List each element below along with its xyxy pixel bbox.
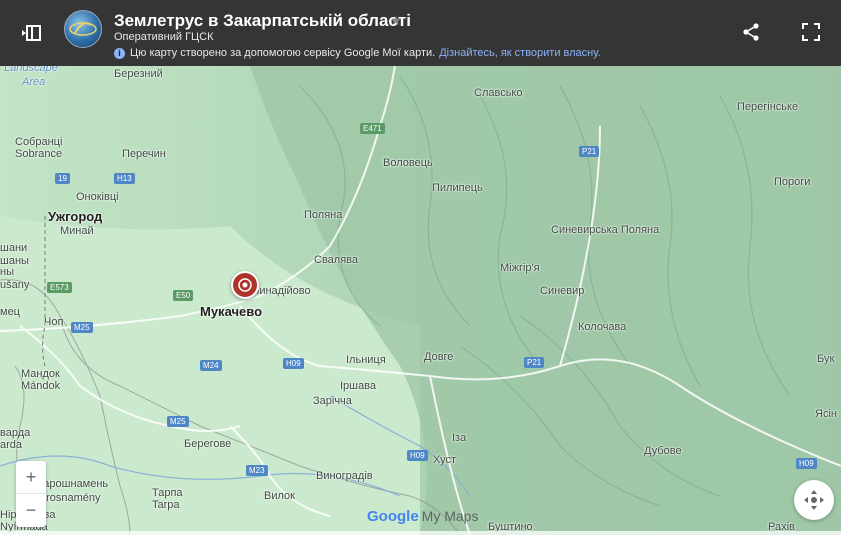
map-label: Ільниця: [346, 354, 386, 366]
zoom-control: + −: [16, 461, 46, 527]
road-shield: M25: [71, 322, 93, 333]
map-label: Березний: [114, 68, 163, 80]
road-shield: 19: [55, 173, 70, 184]
map-label: варда: [0, 427, 31, 439]
fullscreen-button[interactable]: [795, 16, 827, 48]
share-button[interactable]: [735, 16, 767, 48]
map-label: Landscape: [4, 66, 58, 74]
map-label: Колочава: [578, 321, 627, 333]
road-shield: H09: [796, 458, 817, 469]
mymaps-logo: My Maps: [421, 508, 479, 524]
road-shield: E471: [360, 123, 385, 134]
map-label: Воловець: [383, 157, 433, 169]
map-label: Синевирська Поляна: [551, 224, 660, 236]
my-location-button[interactable]: [794, 480, 834, 520]
map-label: Ужгород: [48, 209, 103, 224]
map-header: Землетрус в Закарпатській області ★ Опер…: [0, 0, 841, 66]
road-shield: M24: [200, 360, 222, 371]
mymaps-notice: i Цю карту створено за допомогою сервісу…: [114, 47, 601, 59]
map-label: Мандок: [21, 368, 60, 380]
road-shield: P21: [579, 146, 600, 157]
map-label: Іза: [452, 432, 467, 444]
map-label: ны: [0, 266, 14, 278]
map-label: Свалява: [314, 254, 358, 266]
map-label: ušany: [0, 279, 30, 291]
map-label: Tarpa: [152, 499, 180, 511]
map-label: Хуст: [433, 454, 457, 466]
map-label: Славсько: [474, 87, 523, 99]
map-canvas[interactable]: Landscape Area Березний Собранці Sobranc…: [0, 66, 841, 535]
notice-text: Цю карту створено за допомогою сервісу G…: [130, 47, 436, 59]
road-shield: H09: [407, 450, 428, 461]
map-label: Минай: [60, 225, 94, 237]
info-icon: i: [114, 47, 125, 59]
road-shield: M23: [246, 465, 268, 476]
road-shield: E50: [173, 290, 194, 301]
sidebar-toggle-button[interactable]: [16, 17, 48, 49]
map-label: Тарпа: [152, 487, 183, 499]
map-label: Іршава: [340, 380, 376, 392]
map-label: Синевир: [540, 285, 585, 297]
map-label: Sobrance: [15, 148, 63, 160]
map-label: Виноградів: [316, 470, 373, 482]
map-label: Перегінське: [737, 101, 799, 113]
map-label: Берегове: [184, 438, 232, 450]
road-shield: P21: [524, 357, 545, 368]
map-label: Оноківці: [76, 191, 119, 203]
map-label: Вилок: [264, 490, 295, 502]
map-title: Землетрус в Закарпатській області: [114, 11, 411, 30]
map-label: Мукачево: [200, 304, 263, 319]
star-icon[interactable]: ★: [390, 13, 402, 29]
share-icon: [743, 23, 759, 41]
zoom-in-button[interactable]: +: [16, 461, 46, 494]
google-logo: Google: [367, 508, 419, 525]
map-label: Собранці: [15, 136, 63, 148]
map-footer-strip: [0, 531, 841, 535]
map-label: Перечин: [122, 148, 166, 160]
google-mymaps-logo: Google My Maps: [367, 508, 478, 525]
map-label: Поляна: [304, 209, 343, 221]
map-label: Пилипець: [432, 182, 483, 194]
location-crosshair-icon: [804, 490, 824, 510]
road-shield: E573: [47, 282, 72, 293]
road-shield: H13: [114, 173, 135, 184]
map-author: Оперативний ГЦСК: [114, 31, 214, 43]
map-label: Чинадійово: [252, 285, 311, 297]
fullscreen-icon: [802, 23, 820, 41]
map-label: arda: [0, 439, 23, 451]
earthquake-epicenter-marker[interactable]: [231, 271, 259, 299]
zoom-out-button[interactable]: −: [16, 494, 46, 526]
map-label: Чоп: [44, 316, 64, 328]
map-label: Довге: [424, 351, 454, 363]
map-label: Mándok: [21, 380, 61, 392]
map-label: Пороги: [774, 176, 811, 188]
map-logo: [64, 10, 102, 48]
map-label: Бук: [817, 353, 835, 365]
map-label: Ясін: [815, 408, 837, 420]
map-label: мец: [0, 306, 20, 318]
map-label: шани: [0, 242, 28, 254]
map-label: Зарічча: [313, 395, 352, 407]
sidebar-icon: [22, 25, 41, 41]
map-label: Міжгір'я: [500, 262, 540, 274]
road-shield: H09: [283, 358, 304, 369]
learn-create-link[interactable]: Дізнайтесь, як створити власну.: [439, 47, 601, 59]
terrain-layer: [0, 66, 841, 535]
map-label: Area: [22, 76, 46, 88]
road-shield: M25: [167, 416, 189, 427]
map-label: Дубове: [644, 445, 682, 457]
target-icon: [238, 278, 252, 292]
